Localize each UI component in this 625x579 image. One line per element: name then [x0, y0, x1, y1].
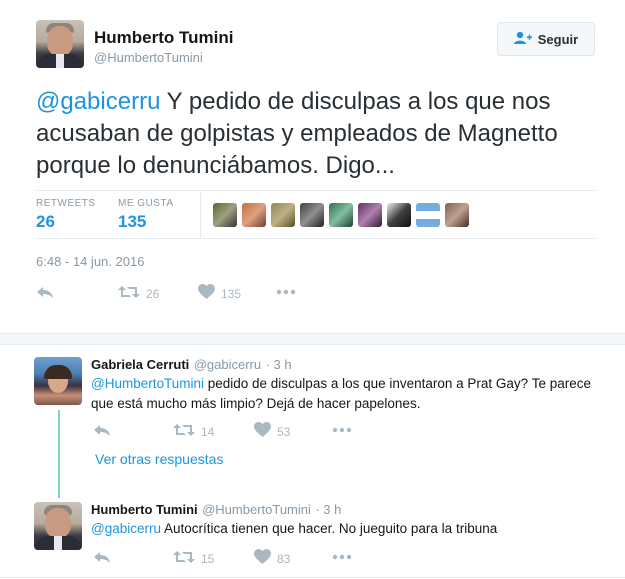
reply-author-avatar[interactable]: [34, 502, 82, 550]
add-user-icon: [513, 31, 532, 48]
stats-divider: [200, 192, 201, 238]
liker-avatar[interactable]: [358, 203, 382, 227]
heart-icon: [254, 422, 271, 441]
author-name[interactable]: Humberto Tumini: [94, 28, 233, 48]
follow-button[interactable]: Seguir: [497, 22, 595, 56]
retweet-button[interactable]: 14: [173, 422, 214, 441]
reply-mention[interactable]: @gabicerru: [91, 521, 161, 536]
retweet-icon: [118, 284, 140, 303]
author-avatar[interactable]: [36, 20, 84, 68]
reply-icon: [93, 422, 111, 441]
retweet-button[interactable]: 26: [118, 284, 159, 303]
like-count: 135: [221, 286, 242, 301]
tweet-timestamp[interactable]: 6:48 - 14 jun. 2016: [36, 254, 144, 269]
like-button[interactable]: 135: [198, 284, 241, 303]
like-count: 83: [277, 551, 291, 566]
likes-label: ME GUSTA: [118, 198, 174, 209]
likes-count[interactable]: 135: [118, 212, 146, 232]
divider: [36, 238, 596, 239]
liker-avatar[interactable]: [387, 203, 411, 227]
more-icon: [276, 284, 296, 303]
liker-avatar[interactable]: [242, 203, 266, 227]
more-replies-link[interactable]: Ver otras respuestas: [95, 451, 223, 467]
divider: [0, 577, 625, 578]
retweet-count: 15: [201, 551, 215, 566]
retweet-count: 26: [146, 286, 160, 301]
reply-text: @HumbertoTumini pedido de disculpas a lo…: [91, 374, 591, 414]
reply-author-name[interactable]: Gabriela Cerruti: [91, 357, 189, 372]
retweets-count[interactable]: 26: [36, 212, 55, 232]
retweets-label: RETWEETS: [36, 198, 96, 209]
retweet-icon: [173, 549, 195, 568]
section-separator: [0, 333, 625, 345]
reply-time[interactable]: · 3 h: [315, 502, 341, 517]
like-button[interactable]: 83: [254, 549, 290, 568]
more-button[interactable]: [332, 422, 352, 441]
tweet-text: @gabicerru Y pedido de disculpas a los q…: [36, 86, 596, 182]
reply-author-handle[interactable]: @HumbertoTumini: [202, 502, 311, 517]
retweet-count: 14: [201, 424, 215, 439]
liker-avatar[interactable]: [271, 203, 295, 227]
reply-header: Humberto Tumini @HumbertoTumini · 3 h: [91, 501, 341, 519]
reply-button[interactable]: [36, 284, 54, 303]
more-icon: [332, 549, 352, 568]
liker-avatar[interactable]: [300, 203, 324, 227]
liker-avatar[interactable]: [445, 203, 469, 227]
author-handle[interactable]: @HumbertoTumini: [94, 50, 203, 65]
divider: [36, 190, 596, 191]
reply-button[interactable]: [93, 549, 111, 568]
heart-icon: [198, 284, 215, 303]
reply-time[interactable]: · 3 h: [266, 357, 292, 372]
reply-text: @gabicerru Autocrítica tienen que hacer.…: [91, 519, 591, 539]
reply-icon: [93, 549, 111, 568]
like-button[interactable]: 53: [254, 422, 290, 441]
reply-header: Gabriela Cerruti @gabicerru · 3 h: [91, 356, 292, 374]
like-count: 53: [277, 424, 291, 439]
reply-body: Autocrítica tienen que hacer. No jueguit…: [161, 521, 498, 536]
liker-avatar[interactable]: [213, 203, 237, 227]
retweet-button[interactable]: 15: [173, 549, 214, 568]
thread-line: [58, 410, 60, 498]
reply-author-name[interactable]: Humberto Tumini: [91, 502, 198, 517]
reply-button[interactable]: [93, 422, 111, 441]
reply-icon: [36, 284, 54, 303]
tweet-mention[interactable]: @gabicerru: [36, 88, 160, 115]
more-icon: [332, 422, 352, 441]
reply-author-handle[interactable]: @gabicerru: [194, 357, 261, 372]
liker-avatar[interactable]: [329, 203, 353, 227]
follow-label: Seguir: [537, 31, 579, 47]
heart-icon: [254, 549, 271, 568]
liker-avatar[interactable]: [416, 203, 440, 227]
reply-mention[interactable]: @HumbertoTumini: [91, 376, 204, 391]
more-button[interactable]: [276, 284, 296, 303]
more-button[interactable]: [332, 549, 352, 568]
retweet-icon: [173, 422, 195, 441]
reply-author-avatar[interactable]: [34, 357, 82, 405]
